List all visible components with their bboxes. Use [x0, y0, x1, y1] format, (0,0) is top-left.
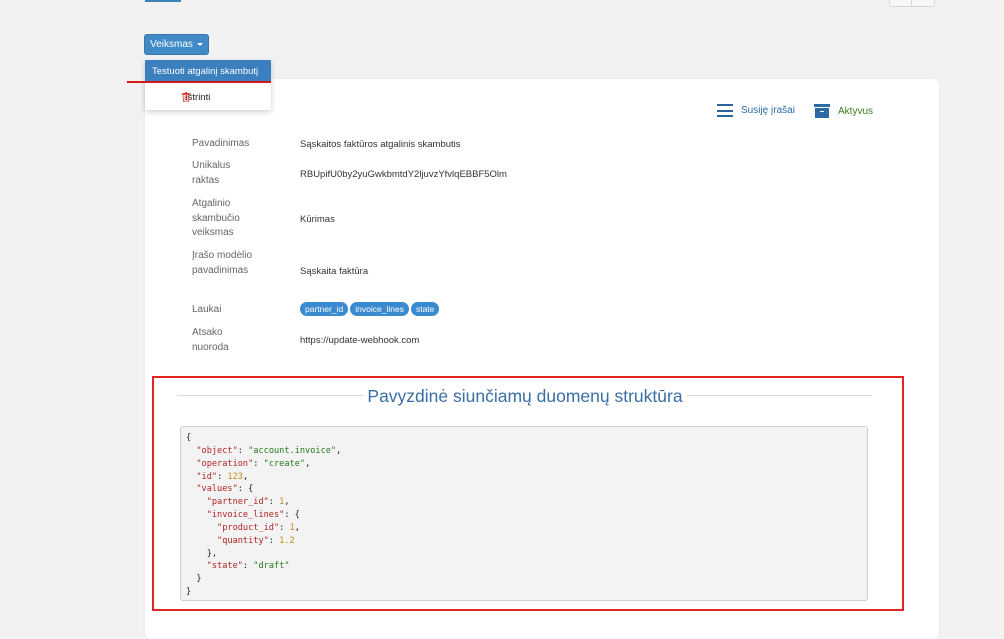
caret-down-icon	[196, 43, 203, 46]
section-title: Pavyzdinė siunčiamų duomenų struktūra	[367, 386, 683, 406]
fields-badges: partner_id invoice_lines state	[300, 302, 440, 316]
active-toggle[interactable]: Aktyvus	[814, 104, 873, 118]
hamburger-icon	[717, 104, 733, 117]
action-dropdown-button[interactable]: Veiksmas	[144, 34, 209, 55]
action-button-label: Veiksmas	[150, 39, 193, 50]
trash-icon	[182, 92, 190, 102]
field-label-name: Pavadinimas	[192, 138, 250, 149]
sample-payload-code: { "object": "account.invoice", "operatio…	[180, 426, 868, 601]
menu-item-delete[interactable]: Ištrinti	[145, 86, 271, 108]
menu-item-test-callback[interactable]: Testuoti atgalinį skambutį	[145, 60, 271, 82]
field-value-name: Sąskaitos faktūros atgalinis skambutis	[300, 139, 461, 150]
field-label-reply-url: Atsako nuoroda	[192, 327, 229, 353]
action-dropdown-menu: Testuoti atgalinį skambutį Ištrinti	[145, 60, 271, 110]
related-records-link[interactable]: Susiję įrašai	[717, 104, 795, 117]
field-label-fields: Laukai	[192, 304, 222, 315]
field-value-reply-url: https://update-webhook.com	[300, 335, 420, 346]
menu-item-label: Testuoti atgalinį skambutį	[152, 65, 259, 77]
field-value-callback-action: Kūrimas	[300, 214, 335, 225]
field-badge: invoice_lines	[350, 302, 409, 316]
field-badge: partner_id	[300, 302, 349, 316]
field-value-unique-key: RBUpifU0by2yuGwkbmtdY2ljuvzYfvlqEBBF5Olm	[300, 169, 507, 180]
highlight-underline	[127, 81, 271, 83]
field-value-model-name: Sąskaita faktūra	[300, 266, 369, 277]
pager-control[interactable]	[889, 0, 935, 7]
field-label-callback-action: Atgalinio skambučio veiksmas	[192, 198, 240, 238]
field-badge: state	[410, 302, 440, 316]
top-tab-indicator	[145, 0, 181, 2]
section-divider	[177, 395, 363, 396]
section-divider	[687, 395, 872, 396]
related-records-label: Susiję įrašai	[741, 105, 795, 116]
archive-icon	[814, 104, 830, 118]
field-label-unique-key: Unikalus raktas	[192, 160, 231, 186]
active-label: Aktyvus	[838, 105, 874, 117]
field-label-model-name: Įrašo modėlio pavadinimas	[192, 250, 253, 276]
